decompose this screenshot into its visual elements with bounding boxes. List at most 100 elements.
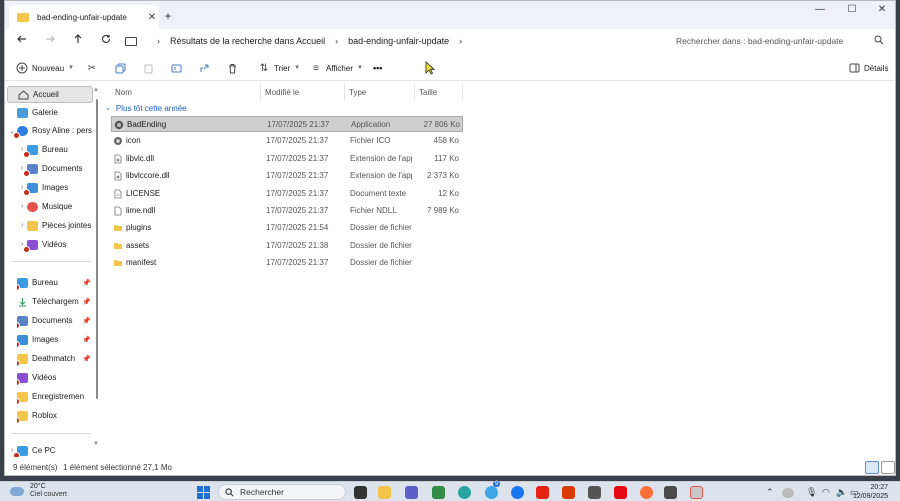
sidebar-item-quick-videos[interactable]: Vidéos — [17, 369, 93, 386]
scroll-up-icon[interactable]: ▲ — [93, 87, 99, 93]
error-badge-icon — [17, 378, 20, 386]
youtube-app-icon[interactable] — [536, 486, 549, 499]
home-icon — [18, 89, 29, 100]
microphone-icon[interactable]: 🎙 — [806, 487, 817, 498]
pin-icon[interactable]: 📌 — [82, 317, 91, 325]
sidebar-item-onedrive-images[interactable]: › Images — [17, 179, 93, 196]
search-input[interactable]: Rechercher dans : bad-ending-unfair-upda… — [672, 31, 890, 51]
sidebar-item-onedrive-desktop[interactable]: › Bureau — [17, 141, 93, 158]
column-modified[interactable]: Modifié le — [261, 84, 345, 100]
sidebar-item-quick-deathmatch[interactable]: Deathmatch 📌 — [17, 350, 93, 367]
taskview-app-icon[interactable] — [354, 486, 367, 499]
sidebar-item-home[interactable]: Accueil — [7, 86, 93, 103]
app-icon[interactable] — [664, 486, 677, 499]
file-row[interactable]: icon 17/07/2025 21:37 Fichier ICO 458 Ko — [111, 133, 463, 149]
pin-icon[interactable]: 📌 — [82, 298, 91, 306]
edge-app-icon[interactable] — [458, 486, 471, 499]
clock[interactable]: 20:27 12/09/2025 — [853, 483, 888, 501]
tiles-view-button[interactable] — [881, 461, 895, 474]
rename-icon — [169, 61, 183, 75]
tab-bad-ending[interactable]: bad-ending-unfair-update ✕ — [9, 5, 159, 29]
file-row[interactable]: libvlc.dll 17/07/2025 21:37 Extension de l… — [111, 151, 463, 167]
pin-icon[interactable]: 📌 — [82, 336, 91, 344]
app-icon[interactable] — [588, 486, 601, 499]
column-name[interactable]: Nom — [111, 84, 261, 100]
file-explorer-app-icon[interactable] — [378, 486, 391, 499]
chevron-right-icon[interactable]: › — [459, 36, 462, 46]
start-button[interactable] — [197, 486, 210, 499]
close-window-button[interactable]: ✕ — [867, 1, 897, 21]
wifi-icon[interactable]: ◠ — [822, 487, 830, 498]
sidebar-item-gallery[interactable]: Galerie — [7, 104, 93, 121]
sidebar-item-quick-roblox[interactable]: Roblox — [17, 407, 93, 424]
sidebar-item-this-pc[interactable]: › Ce PC — [7, 442, 93, 457]
chevron-up-icon[interactable]: ⌃ — [766, 487, 774, 498]
tab-close-icon[interactable]: ✕ — [145, 12, 159, 23]
back-button[interactable] — [13, 32, 31, 50]
file-row[interactable]: LICENSE 17/07/2025 21:37 Document texte 12 … — [111, 186, 463, 202]
sidebar-item-onedrive[interactable]: ⌄ Rosy Aline : pers — [7, 122, 93, 139]
sidebar-item-quick-desktop[interactable]: Bureau 📌 — [17, 274, 93, 291]
scroll-down-icon[interactable]: ▼ — [93, 441, 99, 447]
file-row[interactable]: lime.ndll 17/07/2025 21:37 Fichier NDLL 7 9… — [111, 203, 463, 219]
maximize-button[interactable]: ☐ — [837, 1, 867, 21]
sidebar-item-onedrive-music[interactable]: › Musique — [17, 198, 93, 215]
cut-button[interactable]: ✂ — [85, 59, 99, 77]
store-app-icon[interactable] — [432, 486, 445, 499]
breadcrumb-folder[interactable]: bad-ending-unfair-update — [348, 36, 449, 46]
file-name: assets — [126, 240, 150, 250]
column-size[interactable]: Taille — [415, 84, 463, 100]
onedrive-tray-icon[interactable] — [782, 488, 794, 498]
sidebar-item-quick-downloads[interactable]: Téléchargem 📌 — [17, 293, 93, 310]
more-options-button[interactable]: ••• — [373, 59, 382, 77]
sidebar-scrollbar[interactable]: ▲ ▼ — [93, 85, 99, 455]
file-row[interactable]: manifest 17/07/2025 21:37 Dossier de fichi… — [111, 255, 463, 271]
paste-button[interactable] — [141, 59, 155, 77]
scrollbar-thumb[interactable] — [96, 99, 98, 399]
sidebar-item-onedrive-documents[interactable]: › Documents — [17, 160, 93, 177]
file-row[interactable]: libvlccore.dll 17/07/2025 21:37 Extension … — [111, 168, 463, 184]
weather-widget[interactable]: 20°C Ciel couvert — [8, 483, 67, 499]
speaker-icon[interactable]: 🔈 — [836, 487, 847, 498]
sidebar-item-onedrive-videos[interactable]: › Vidéos — [17, 236, 93, 253]
chevron-right-icon[interactable]: › — [335, 36, 338, 46]
new-tab-button[interactable]: + — [161, 9, 175, 23]
netflix-app-icon[interactable] — [614, 486, 627, 499]
breadcrumb-search-results[interactable]: Résultats de la recherche dans Accueil — [170, 36, 325, 46]
file-row[interactable]: plugins 17/07/2025 21:54 Dossier de fichie… — [111, 220, 463, 236]
pin-icon[interactable]: 📌 — [82, 279, 91, 287]
pin-icon[interactable]: 📌 — [82, 355, 91, 363]
chevron-right-icon[interactable]: › — [157, 36, 160, 46]
sort-button[interactable]: ⇅ Trier ▼ — [257, 59, 300, 77]
delete-button[interactable] — [225, 59, 239, 77]
new-button[interactable]: Nouveau ▼ — [15, 59, 74, 77]
view-button[interactable]: ≡ Afficher ▼ — [309, 59, 363, 77]
details-view-button[interactable] — [865, 461, 879, 474]
teams-app-icon[interactable] — [405, 486, 418, 499]
app-icon[interactable]: 9 — [485, 481, 501, 499]
sidebar-item-quick-images[interactable]: Images 📌 — [17, 331, 93, 348]
firefox-app-icon[interactable] — [640, 486, 653, 499]
file-row[interactable]: assets 17/07/2025 21:38 Dossier de fichier… — [111, 238, 463, 254]
details-button[interactable]: Détails — [847, 59, 888, 77]
sidebar-item-quick-recordings[interactable]: Enregistremen — [17, 388, 93, 405]
forward-button[interactable] — [41, 32, 59, 50]
snipping-tool-app-icon[interactable] — [690, 486, 703, 499]
rename-button[interactable] — [169, 59, 183, 77]
sidebar-item-quick-documents[interactable]: Documents 📌 — [17, 312, 93, 329]
share-button[interactable] — [197, 59, 211, 77]
copy-button[interactable] — [113, 59, 127, 77]
sidebar-item-onedrive-attachments[interactable]: › Pièces jointes — [17, 217, 93, 234]
file-row[interactable]: BadEnding 17/07/2025 21:37 Application 27 8… — [111, 116, 463, 132]
facebook-app-icon[interactable] — [511, 486, 524, 499]
refresh-button[interactable] — [97, 32, 115, 50]
taskbar-search[interactable]: Rechercher — [218, 484, 346, 500]
group-header[interactable]: ⌄ Plus tôt cette année — [105, 101, 187, 115]
breadcrumb[interactable]: › Résultats de la recherche dans Accueil… — [125, 31, 665, 51]
new-label: Nouveau — [32, 63, 65, 73]
office-app-icon[interactable] — [562, 486, 575, 499]
minimize-button[interactable]: — — [805, 1, 835, 21]
arrow-up-icon — [74, 34, 82, 43]
column-type[interactable]: Type — [345, 84, 415, 100]
up-button[interactable] — [69, 32, 87, 50]
